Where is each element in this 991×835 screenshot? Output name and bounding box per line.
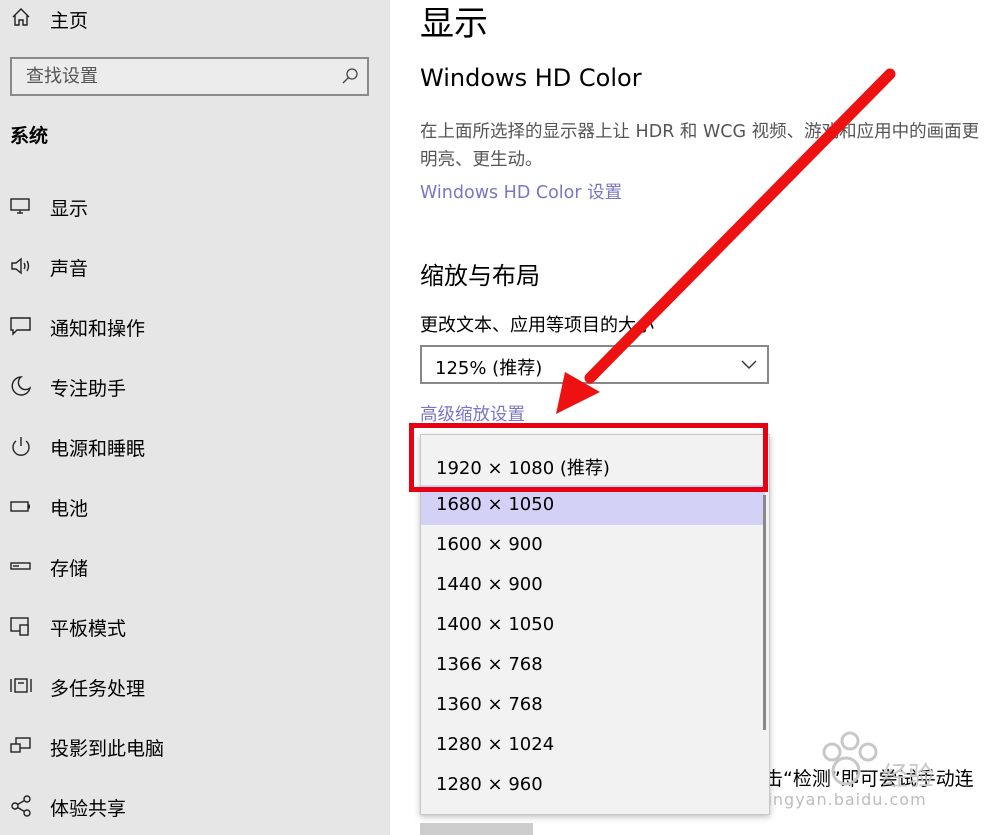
moon-icon: [11, 376, 32, 396]
resolution-option[interactable]: 1400 × 1050: [421, 605, 765, 645]
sidebar-item-label: 存储: [50, 558, 89, 580]
partial-button[interactable]: [420, 823, 533, 835]
resolution-option[interactable]: 1366 × 768: [421, 645, 765, 685]
annotation-highlight-box: [409, 423, 768, 492]
sidebar-item-label: 显示: [50, 198, 89, 220]
search-icon[interactable]: [341, 67, 359, 85]
sidebar-item-label: 电池: [50, 498, 89, 520]
scale-select-value: 125% (推荐): [435, 358, 543, 379]
scale-select[interactable]: 125% (推荐): [420, 345, 769, 384]
project-icon: [10, 737, 31, 753]
sidebar-item-label: 多任务处理: [50, 678, 146, 700]
hdr-description: 在上面所选择的显示器上让 HDR 和 WCG 视频、游戏和应用中的画面更明亮、更…: [420, 122, 980, 170]
sidebar-item-label: 声音: [50, 258, 89, 280]
tablet-icon: [10, 617, 29, 636]
scale-label: 更改文本、应用等项目的大小: [420, 315, 654, 336]
sidebar-item-battery[interactable]: 电池: [0, 481, 390, 533]
home-link[interactable]: 主页: [0, 0, 390, 36]
sidebar-item-tablet-mode[interactable]: 平板模式: [0, 601, 390, 653]
monitor-icon: [10, 198, 30, 214]
storage-icon: [10, 562, 31, 570]
sidebar-item-label: 平板模式: [50, 618, 127, 640]
speaker-icon: [11, 257, 30, 275]
resolution-option[interactable]: 1600 × 900: [421, 525, 765, 565]
share-icon: [11, 795, 31, 817]
battery-icon: [10, 501, 30, 512]
resolution-option[interactable]: 1280 × 960: [421, 765, 765, 805]
sidebar-item-display[interactable]: 显示: [0, 181, 390, 233]
scale-heading: 缩放与布局: [420, 262, 540, 290]
sidebar-item-notifications[interactable]: 通知和操作: [0, 301, 390, 353]
resolution-option[interactable]: 1280 × 1024: [421, 725, 765, 765]
home-label: 主页: [50, 10, 89, 32]
sidebar-item-shared-experiences[interactable]: 体验共享: [0, 781, 390, 833]
sidebar-item-label: 投影到此电脑: [50, 738, 165, 760]
dropdown-scrollbar[interactable]: [763, 495, 766, 730]
chevron-down-icon: [741, 360, 757, 369]
svg-text:经验: 经验: [882, 762, 934, 792]
resolution-option[interactable]: 1360 × 768: [421, 685, 765, 725]
watermark-domain: jingyan.baidu.com: [762, 790, 927, 809]
sidebar-item-focus-assist[interactable]: 专注助手: [0, 361, 390, 413]
sidebar-item-label: 通知和操作: [50, 318, 146, 340]
section-title: 系统: [10, 125, 49, 147]
sidebar-item-multitasking[interactable]: 多任务处理: [0, 661, 390, 713]
sidebar-item-storage[interactable]: 存储: [0, 541, 390, 593]
hdr-settings-link[interactable]: Windows HD Color 设置: [420, 179, 622, 204]
sidebar-item-label: 专注助手: [50, 378, 127, 400]
sidebar: 主页 系统 显示 声音 通知和操作 专注助手: [0, 0, 390, 835]
sidebar-item-power-sleep[interactable]: 电源和睡眠: [0, 421, 390, 473]
sidebar-item-project-to-pc[interactable]: 投影到此电脑: [0, 721, 390, 773]
home-icon: [12, 8, 30, 26]
sidebar-item-label: 体验共享: [50, 798, 127, 820]
search-box[interactable]: [10, 57, 369, 96]
notification-icon: [10, 317, 31, 336]
sidebar-item-label: 电源和睡眠: [50, 438, 146, 460]
multitask-icon: [10, 678, 32, 693]
search-input[interactable]: [12, 59, 332, 94]
page-title: 显示: [420, 4, 488, 44]
resolution-option[interactable]: 1440 × 900: [421, 565, 765, 605]
hdr-heading: Windows HD Color: [420, 64, 642, 92]
sidebar-item-sound[interactable]: 声音: [0, 241, 390, 293]
power-icon: [12, 437, 30, 456]
